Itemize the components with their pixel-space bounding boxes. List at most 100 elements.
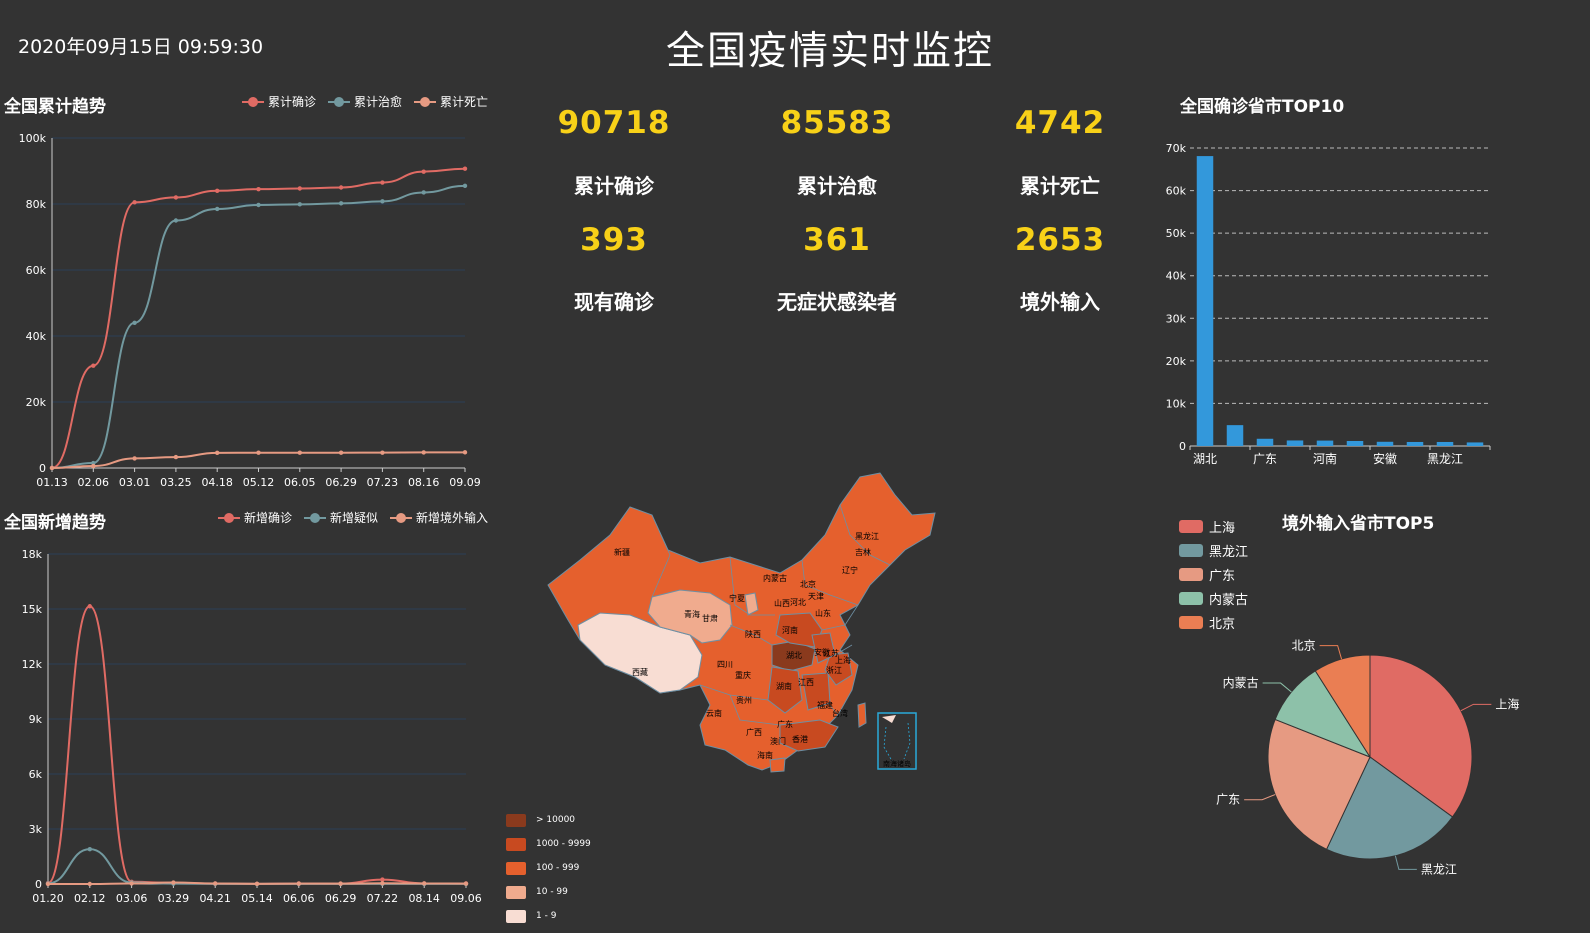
data-point — [173, 195, 179, 200]
legend-swatch-icon — [506, 813, 526, 827]
pie-label-line — [1460, 703, 1492, 712]
pie-label-line — [1394, 855, 1417, 870]
data-point — [297, 186, 302, 191]
x-tick-label: 07.23 — [367, 476, 399, 489]
map-legend-item[interactable]: 1 - 9 — [506, 904, 591, 928]
y-tick-label: 40k — [26, 330, 47, 343]
map-province-label: 河南 — [782, 625, 798, 635]
daily-trend-legend: 新增确诊 新增疑似 新增境外输入 — [218, 509, 488, 526]
map-legend-item[interactable]: 10 - 99 — [506, 880, 591, 904]
map-region-hainan[interactable] — [769, 757, 786, 773]
x-tick-label: 08.16 — [408, 476, 440, 489]
map-province-label: 湖北 — [786, 651, 802, 660]
top10-bar-title: 全国确诊省市TOP10 — [1180, 97, 1345, 117]
data-point — [380, 450, 385, 455]
x-tick-label: 03.29 — [158, 892, 190, 905]
y-tick-label: 60k — [1166, 185, 1187, 198]
data-point — [91, 363, 96, 368]
map-province-label: 浙江 — [826, 665, 842, 675]
kpi-total-dead: 4742 — [950, 105, 1170, 141]
pie-slice-label: 内蒙古 — [1223, 675, 1259, 690]
data-point — [132, 320, 137, 325]
map-province-label: 新疆 — [614, 547, 630, 557]
map-region-taiwan[interactable] — [857, 702, 867, 728]
imported-pie-title: 境外输入省市TOP5 — [1282, 514, 1435, 534]
kpi-label-imported: 境外输入 — [1020, 290, 1100, 314]
legend-item-dead[interactable]: 累计死亡 — [414, 93, 488, 110]
y-tick-label: 10k — [1166, 397, 1187, 410]
map-province-label: 四川 — [717, 660, 733, 669]
data-point — [173, 454, 179, 460]
data-point — [49, 465, 55, 471]
data-point — [462, 183, 468, 189]
map-province-label: 福建 — [817, 700, 833, 710]
china-choropleth-map[interactable]: 南海诸岛 新疆西藏 青海 甘肃 宁夏 内蒙古 黑龙江吉林辽宁北京天津河北山西山东陕西 河南四… — [540, 465, 960, 795]
map-legend-item[interactable]: > 10000 — [506, 808, 591, 832]
data-point — [132, 456, 137, 461]
data-point — [87, 604, 93, 609]
map-province-label: 天津 — [808, 591, 824, 601]
x-tick-label: 01.13 — [36, 476, 68, 489]
data-point — [338, 201, 344, 206]
x-tick-label: 06.06 — [283, 892, 315, 905]
pie-legend-label: 上海 — [1209, 520, 1236, 536]
map-province-label: 湖南 — [776, 681, 792, 691]
kpi-total-confirmed: 90718 — [504, 105, 724, 141]
map-province-label: 河北 — [790, 597, 806, 607]
data-point — [338, 450, 344, 455]
pie-legend-item[interactable]: 广东 — [1179, 562, 1248, 586]
map-province-label: 陕西 — [745, 629, 761, 639]
map-province-label: 江西 — [798, 678, 814, 687]
bar — [1436, 441, 1454, 446]
kpi-value: 4742 — [1014, 105, 1106, 141]
map-province-label: 重庆 — [735, 670, 751, 680]
data-point — [422, 881, 427, 886]
y-tick-label: 50k — [1166, 227, 1187, 240]
y-tick-label: 60k — [26, 264, 47, 277]
data-point — [421, 190, 426, 195]
x-tick-label: 04.18 — [201, 476, 233, 489]
y-tick-label: 40k — [1166, 270, 1187, 283]
x-tick-label: 07.22 — [367, 892, 399, 905]
legend-swatch-icon — [1179, 567, 1203, 581]
legend-item-cured[interactable]: 累计治愈 — [328, 93, 402, 110]
bar — [1286, 440, 1304, 446]
y-tick-label: 3k — [29, 823, 43, 836]
y-tick-label: 9k — [29, 713, 43, 726]
map-province-label: 北京 — [800, 579, 816, 589]
legend-item-new-suspected[interactable]: 新增疑似 — [304, 509, 378, 526]
imported-pie-chart: 上海黑龙江 广东 内蒙古 北京 — [1216, 639, 1519, 877]
kpi-label-asymptomatic: 无症状感染者 — [777, 290, 897, 314]
map-legend-label: 1000 - 9999 — [536, 839, 591, 849]
y-tick-label: 20k — [26, 396, 47, 409]
y-tick-label: 80k — [26, 198, 47, 211]
legend-item-new-imported[interactable]: 新增境外输入 — [390, 509, 488, 526]
data-point — [380, 881, 385, 886]
data-point — [297, 450, 302, 455]
pie-legend-item[interactable]: 上海 — [1179, 514, 1248, 538]
legend-item-confirmed[interactable]: 累计确诊 — [242, 93, 316, 110]
data-point — [171, 880, 176, 885]
map-province-label: 香港 — [792, 734, 808, 744]
data-point — [297, 202, 302, 207]
x-tick-label: 安徽 — [1373, 451, 1397, 466]
kpi-value: 393 — [580, 222, 648, 258]
map-province-label: 黑龙江 — [855, 531, 879, 541]
data-point — [296, 881, 301, 886]
x-tick-label: 01.20 — [32, 892, 64, 905]
daily-trend-chart: 0 3k 6k 9k 12k 15k 18k 01.20 02.12 03.06 03.29 04.2… — [22, 548, 482, 905]
legend-label: 累计确诊 — [268, 95, 317, 109]
legend-swatch-icon — [1179, 615, 1203, 629]
pie-legend-item[interactable]: 黑龙江 — [1179, 538, 1248, 562]
pie-legend-item[interactable]: 内蒙古 — [1179, 586, 1248, 610]
legend-label: 新增确诊 — [244, 511, 293, 525]
legend-item-new-confirmed[interactable]: 新增确诊 — [218, 509, 292, 526]
map-legend-item[interactable]: 1000 - 9999 — [506, 832, 591, 856]
legend-swatch-icon — [1179, 543, 1203, 557]
data-point — [173, 218, 179, 223]
y-tick-label: 100k — [19, 132, 47, 145]
data-point — [462, 166, 468, 171]
x-tick-label: 广东 — [1253, 452, 1277, 466]
bar — [1316, 440, 1334, 446]
map-legend-item[interactable]: 100 - 999 — [506, 856, 591, 880]
